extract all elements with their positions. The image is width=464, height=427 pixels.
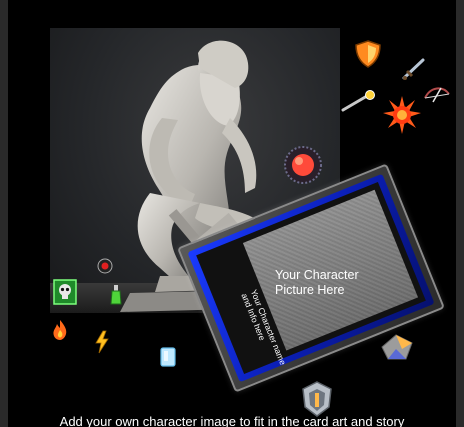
- red-orb-icon: [284, 146, 322, 184]
- caption-text: Add your own character image to fit in t…: [59, 415, 405, 427]
- armor-icon: [302, 381, 332, 417]
- gem-shield-icon: [381, 334, 413, 360]
- scene: Your Character Picture Here Your Charact…: [0, 0, 464, 427]
- red-gem-icon: [97, 258, 113, 274]
- card-picture-label: Your Character Picture Here: [275, 268, 359, 297]
- right-border: [456, 0, 464, 427]
- lightning-icon: [95, 330, 109, 354]
- potion-icon: [110, 285, 122, 305]
- fire-burst-icon: [383, 96, 421, 134]
- skull-icon: [53, 279, 77, 305]
- flame-icon: [53, 320, 67, 340]
- dagger-icon: [402, 58, 425, 80]
- ice-crystal-icon: [160, 347, 176, 367]
- bow-icon: [424, 87, 450, 103]
- left-border: [0, 0, 8, 427]
- shield-icon: [355, 40, 381, 68]
- magic-wand-icon: [341, 90, 375, 112]
